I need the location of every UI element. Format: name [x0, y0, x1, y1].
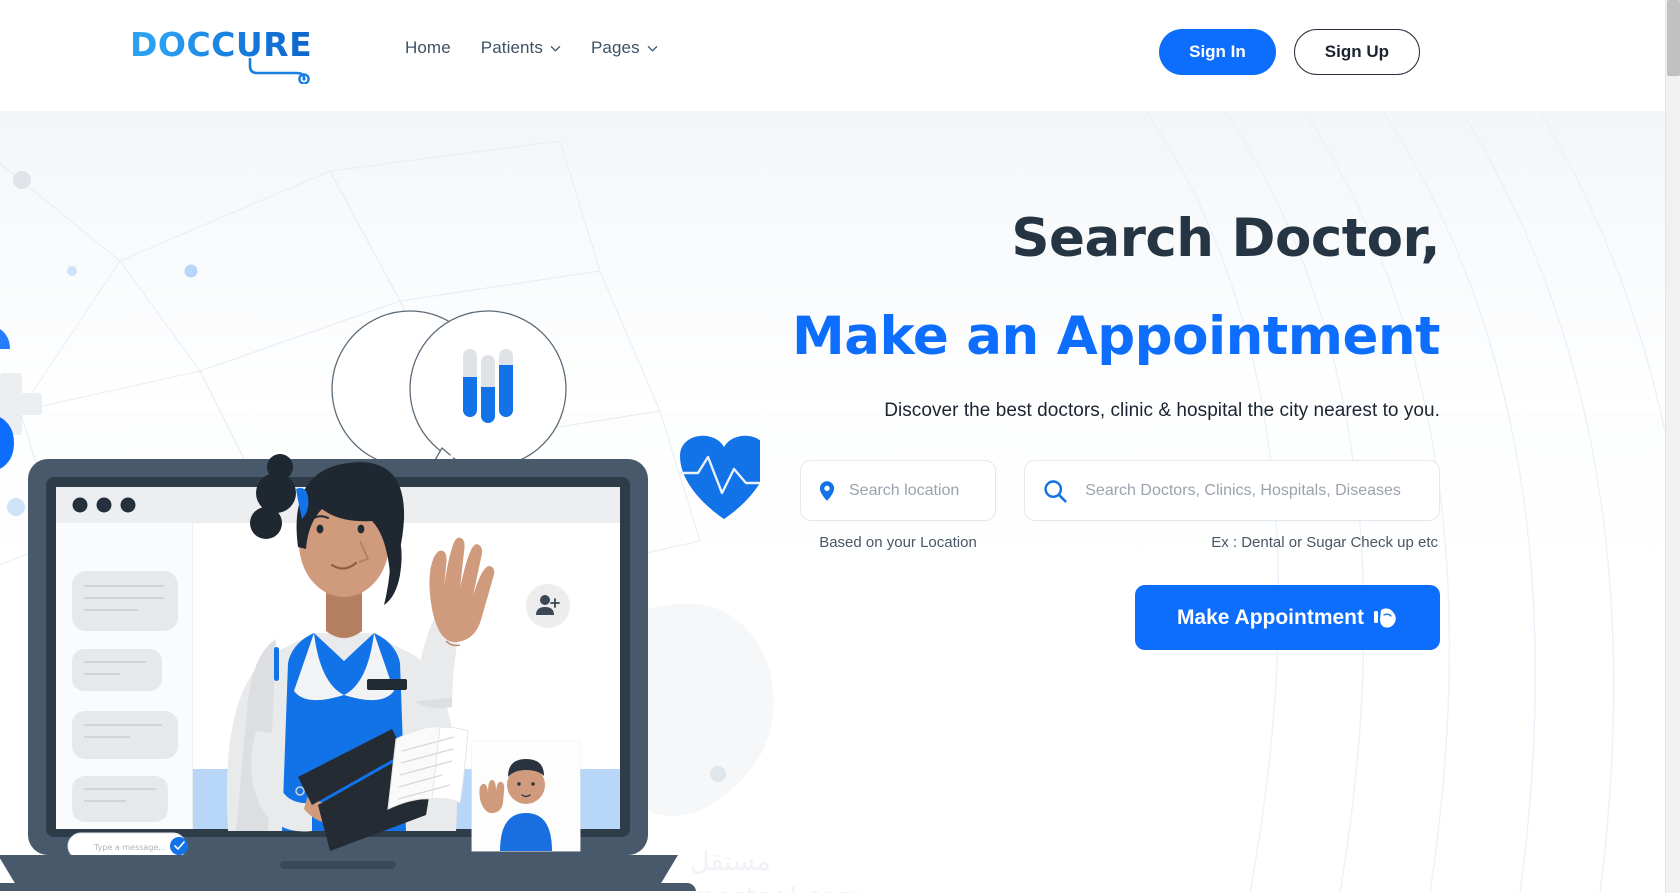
sign-up-button[interactable]: Sign Up	[1293, 29, 1420, 75]
scrollbar-thumb[interactable]	[1667, 0, 1680, 76]
doctor-hint: Ex : Dental or Sugar Check up etc	[1211, 534, 1438, 552]
nav-label: Patients	[480, 38, 543, 57]
vertical-scrollbar[interactable]	[1665, 0, 1680, 893]
logo[interactable]: DOCCURE	[130, 28, 320, 84]
watermark: مستقل mostaql.com	[690, 846, 890, 893]
nav-item-pages[interactable]: Pages	[591, 38, 658, 58]
hero-content: Search Doctor, Make an Appointment Disco…	[760, 208, 1441, 651]
hero-section: Type a message... مستقل Search Doctor, M…	[0, 111, 1665, 893]
logo-text: DOCCURE	[130, 28, 320, 61]
search-row	[760, 460, 1440, 522]
hero-subheading: Discover the best doctors, clinic & hosp…	[884, 400, 1440, 422]
nav-label: Home	[405, 38, 451, 57]
chat-input-placeholder: Type a message...	[93, 843, 166, 852]
search-hints: Based on your Location Ex : Dental or Su…	[760, 534, 1440, 551]
nav-item-home[interactable]: Home	[405, 38, 451, 58]
chevron-down-icon	[550, 45, 561, 51]
main-navigation: Home Patients Pages	[405, 38, 658, 58]
add-user-icon	[526, 584, 570, 628]
watermark-latin: mostaql.com	[690, 883, 890, 893]
site-header: DOCCURE Home Patients Pages Sign In Sign…	[0, 0, 1665, 111]
auth-buttons: Sign In Sign Up	[1159, 29, 1420, 75]
search-icon	[1044, 480, 1067, 503]
telemedicine-illustration: Type a message...	[0, 310, 760, 891]
make-appointment-button[interactable]: Make Appointment	[1134, 585, 1440, 651]
doctor-search-input[interactable]	[1067, 481, 1421, 500]
patient-thumbnail	[472, 741, 580, 851]
doctor-search-field[interactable]	[1024, 460, 1440, 522]
chevron-down-icon	[647, 45, 657, 51]
location-search-input[interactable]	[835, 481, 977, 500]
hero-heading-line2: Make an Appointment	[792, 305, 1440, 367]
watermark-arabic: مستقل	[690, 846, 771, 877]
heart-pulse-icon	[678, 435, 760, 519]
map-pin-icon	[819, 481, 835, 501]
location-hint: Based on your Location	[819, 534, 977, 552]
page-root: DOCCURE Home Patients Pages Sign In Sign…	[0, 0, 1680, 893]
stethoscope-icon	[248, 58, 310, 84]
laptop-base	[0, 855, 696, 891]
make-appointment-label: Make Appointment	[1176, 605, 1364, 629]
location-search-field[interactable]	[800, 460, 996, 522]
sign-in-button[interactable]: Sign In	[1159, 29, 1276, 75]
nav-label: Pages	[590, 38, 640, 57]
nav-item-patients[interactable]: Patients	[481, 38, 561, 58]
hand-pointer-icon	[1374, 608, 1396, 628]
hero-heading-line1: Search Doctor,	[1011, 208, 1440, 269]
